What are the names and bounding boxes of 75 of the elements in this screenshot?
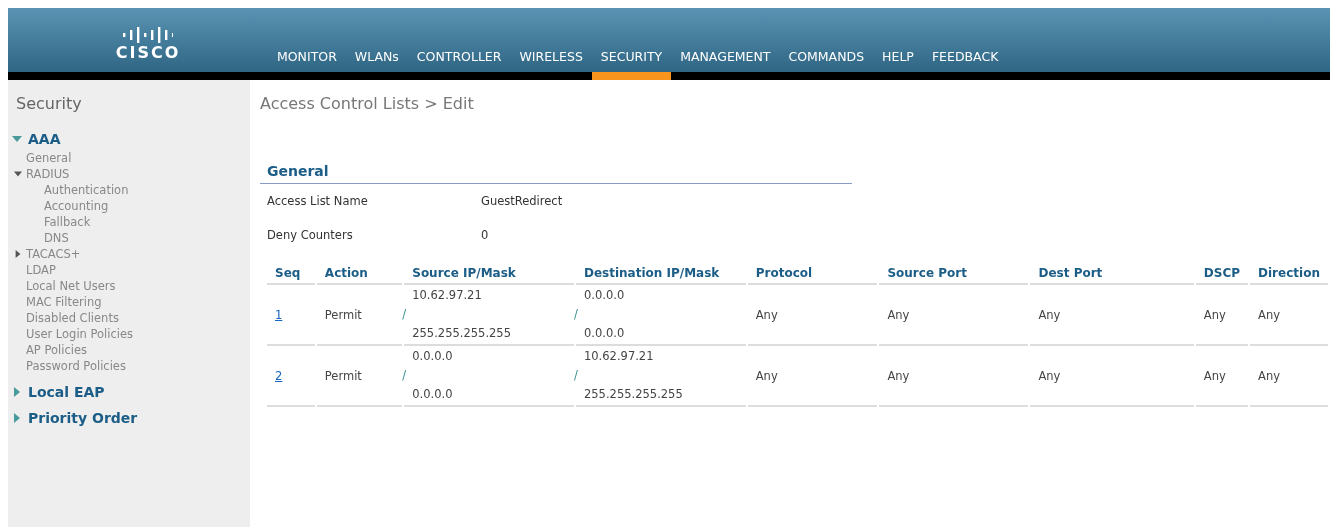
nav-tab[interactable]: WLANs xyxy=(345,49,408,80)
ip-text: 255.255.255.255 xyxy=(584,387,684,402)
nav-tab[interactable]: COMMANDS xyxy=(779,49,874,80)
sidebar-item[interactable]: User Login Policies xyxy=(26,326,134,342)
sidebar-item[interactable]: General xyxy=(26,150,72,166)
sidebar-item[interactable]: TACACS+ xyxy=(26,246,81,262)
table-cell: Permit xyxy=(316,346,403,407)
column-header: Action xyxy=(316,266,403,285)
sidebar-section[interactable]: Priority Order xyxy=(28,410,138,426)
sidebar-item[interactable]: Disabled Clients xyxy=(26,310,119,326)
sequence-link[interactable]: 2 xyxy=(275,368,289,383)
sidebar-item[interactable]: LDAP xyxy=(26,262,56,278)
field-label: Deny Counters xyxy=(267,228,354,242)
sidebar-section[interactable]: AAA xyxy=(28,131,61,147)
ip-text: 0.0.0.0 xyxy=(584,326,626,341)
table-cell: Any xyxy=(879,346,1029,407)
sidebar-item[interactable]: AP Policies xyxy=(26,342,87,358)
logo-bars-icon xyxy=(123,27,173,43)
section-heading: General xyxy=(260,163,852,184)
nav-tab[interactable]: MONITOR xyxy=(268,49,346,80)
sidebar-section[interactable]: Local EAP xyxy=(28,384,105,400)
table-cell: Any xyxy=(1250,285,1328,346)
field-label: Access List Name xyxy=(267,194,369,208)
sidebar-item[interactable]: Accounting xyxy=(44,198,109,214)
table-cell: Any xyxy=(1030,285,1194,346)
column-header: DSCP xyxy=(1195,266,1249,285)
nav-tab[interactable]: HELP xyxy=(873,49,923,80)
ip-text: 255.255.255.255 xyxy=(412,326,512,341)
slash-text: / xyxy=(402,307,408,322)
collapsed-caret-icon[interactable] xyxy=(12,413,22,423)
column-header: Direction xyxy=(1250,266,1328,285)
table-cell: Any xyxy=(1195,285,1249,346)
sidebar-item[interactable]: Password Policies xyxy=(26,358,126,374)
slash-text: / xyxy=(574,368,579,383)
collapsed-caret-icon[interactable] xyxy=(12,387,22,397)
ip-text: 10.62.97.21 xyxy=(412,288,483,303)
slash-text: / xyxy=(574,307,579,322)
collapsed-caret-icon[interactable] xyxy=(14,250,22,258)
table-cell: Any xyxy=(1195,346,1249,407)
sidebar-title: Security xyxy=(16,94,82,113)
sidebar-item[interactable]: Authentication xyxy=(44,182,129,198)
column-header: Protocol xyxy=(747,266,878,285)
table-cell: Any xyxy=(747,346,878,407)
nav-tab[interactable]: FEEDBACK xyxy=(922,49,1008,80)
table-cell: Any xyxy=(879,285,1029,346)
page-title: Access Control Lists > Edit xyxy=(260,94,475,113)
table-cell: Any xyxy=(1030,346,1194,407)
nav-tab[interactable]: CONTROLLER xyxy=(407,49,511,80)
sequence-link[interactable]: 1 xyxy=(275,307,289,322)
sidebar-item[interactable]: Local Net Users xyxy=(26,278,116,294)
field-value: GuestRedirect xyxy=(481,194,563,208)
table-cell: Any xyxy=(747,285,878,346)
column-header: Dest Port xyxy=(1030,266,1194,285)
ip-text: 0.0.0.0 xyxy=(412,349,454,364)
column-header: Source IP/Mask xyxy=(404,266,574,285)
table-cell: Any xyxy=(1250,346,1328,407)
field-value: 0 xyxy=(481,228,489,242)
column-header: Source Port xyxy=(879,266,1029,285)
sidebar-item[interactable]: MAC Filtering xyxy=(26,294,102,310)
expanded-caret-icon[interactable] xyxy=(12,134,22,144)
nav-tab[interactable]: MANAGEMENT xyxy=(671,49,780,80)
slash-text: / xyxy=(402,368,408,383)
logo-text: CISCO xyxy=(115,43,181,62)
sidebar-item[interactable]: Fallback xyxy=(44,214,91,230)
ip-text: 0.0.0.0 xyxy=(412,387,454,402)
column-header: Seq xyxy=(267,266,315,285)
column-header: Destination IP/Mask xyxy=(576,266,746,285)
table-cell: Permit xyxy=(316,285,403,346)
nav-tab[interactable]: WIRELESS xyxy=(510,49,592,80)
nav-tab[interactable]: SECURITY xyxy=(591,49,672,80)
ip-text: 0.0.0.0 xyxy=(584,288,626,303)
ip-text: 10.62.97.21 xyxy=(584,349,655,364)
sidebar-item[interactable]: RADIUS xyxy=(26,166,70,182)
expanded-caret-icon[interactable] xyxy=(14,170,22,178)
sidebar-item[interactable]: DNS xyxy=(44,230,69,246)
